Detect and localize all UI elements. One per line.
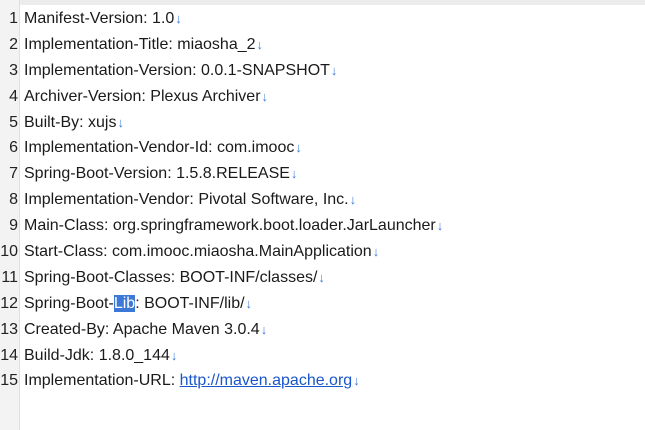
line-break-arrow-icon: ↓ — [256, 36, 264, 52]
line-text: Manifest-Version: 1.0 — [24, 10, 175, 27]
line-break-arrow-icon: ↓ — [245, 295, 253, 311]
line-break-arrow-icon: ↓ — [436, 218, 444, 234]
line-text: Implementation-Vendor-Id: com.imooc — [24, 139, 295, 157]
editor-top-edge — [0, 0, 645, 5]
line-text: Build-Jdk: 1.8.0_144 — [24, 346, 170, 364]
text-editor[interactable]: 1 Manifest-Version: 1.0↓ 2 Implementatio… — [0, 0, 645, 430]
line-break-arrow-icon: ↓ — [318, 269, 325, 285]
line-text: Implementation-URL: — [24, 372, 180, 390]
editor-line-9[interactable]: 9 Main-Class: org.springframework.boot.l… — [0, 213, 645, 239]
line-number: 10 — [0, 243, 18, 261]
line-number: 14 — [0, 346, 18, 364]
line-break-arrow-icon: ↓ — [295, 140, 302, 156]
line-break-arrow-icon: ↓ — [290, 166, 298, 182]
line-break-arrow-icon: ↓ — [349, 192, 357, 208]
line-number: 15 — [0, 372, 18, 390]
editor-line-7[interactable]: 7 Spring-Boot-Version: 1.5.8.RELEASE↓ — [0, 161, 645, 187]
editor-line-11[interactable]: 11 Spring-Boot-Classes: BOOT-INF/classes… — [0, 265, 645, 291]
line-break-arrow-icon: ↓ — [353, 373, 360, 389]
line-number: 4 — [9, 87, 18, 105]
line-break-arrow-icon: ↓ — [117, 114, 124, 130]
line-text: Start-Class: com.imooc.miaosha.MainAppli… — [24, 243, 372, 261]
editor-line-15[interactable]: 15 Implementation-URL: http://maven.apac… — [0, 368, 645, 394]
line-number: 2 — [9, 35, 18, 53]
line-break-arrow-icon: ↓ — [170, 347, 178, 363]
line-text: Implementation-Version: 0.0.1-SNAPSHOT — [24, 61, 330, 79]
editor-line-1[interactable]: 1 Manifest-Version: 1.0↓ — [0, 6, 645, 32]
editor-line-3[interactable]: 3 Implementation-Version: 0.0.1-SNAPSHOT… — [0, 58, 645, 84]
line-number: 7 — [9, 165, 18, 183]
line-number: 1 — [9, 10, 18, 27]
line-number: 11 — [1, 268, 18, 286]
line-text: Main-Class: org.springframework.boot.loa… — [24, 217, 436, 235]
editor-line-8[interactable]: 8 Implementation-Vendor: Pivotal Softwar… — [0, 187, 645, 213]
line-break-arrow-icon: ↓ — [261, 88, 269, 104]
line-break-arrow-icon: ↓ — [175, 11, 182, 26]
line-text: Spring-Boot-Classes: BOOT-INF/classes/ — [24, 268, 318, 286]
line-number: 9 — [9, 217, 18, 235]
editor-line-2[interactable]: 2 Implementation-Title: miaosha_2↓ — [0, 32, 645, 58]
line-break-arrow-icon: ↓ — [330, 62, 338, 78]
line-break-arrow-icon: ↓ — [372, 244, 380, 260]
editor-line-12[interactable]: 12 Spring-Boot-Lib: BOOT-INF/lib/↓ — [0, 291, 645, 317]
line-text: Created-By: Apache Maven 3.0.4 — [24, 320, 260, 338]
editor-line-13[interactable]: 13 Created-By: Apache Maven 3.0.4↓ — [0, 317, 645, 343]
line-break-arrow-icon: ↓ — [260, 321, 268, 337]
line-text: Implementation-Title: miaosha_2 — [24, 35, 256, 53]
text-selection[interactable]: Lib — [113, 294, 136, 312]
line-number: 5 — [9, 113, 18, 131]
url-link[interactable]: http://maven.apache.org — [180, 372, 353, 389]
editor-line-5[interactable]: 5 Built-By: xujs↓ — [0, 110, 645, 136]
line-number: 3 — [9, 61, 18, 79]
line-number: 6 — [9, 139, 18, 157]
line-text: Spring-Boot- — [24, 294, 114, 312]
line-text: Archiver-Version: Plexus Archiver — [24, 87, 261, 105]
line-number: 12 — [0, 294, 18, 312]
editor-line-10[interactable]: 10 Start-Class: com.imooc.miaosha.MainAp… — [0, 239, 645, 265]
editor-line-6[interactable]: 6 Implementation-Vendor-Id: com.imooc↓ — [0, 135, 645, 161]
line-number: 8 — [9, 191, 18, 209]
line-text: Implementation-Vendor: Pivotal Software,… — [24, 191, 349, 209]
editor-content[interactable]: 1 Manifest-Version: 1.0↓ 2 Implementatio… — [0, 6, 645, 394]
line-text: Spring-Boot-Version: 1.5.8.RELEASE — [24, 165, 290, 183]
line-text: : BOOT-INF/lib/ — [135, 294, 245, 312]
line-text: Built-By: xujs — [24, 113, 117, 131]
editor-line-4[interactable]: 4 Archiver-Version: Plexus Archiver↓ — [0, 84, 645, 110]
editor-line-14[interactable]: 14 Build-Jdk: 1.8.0_144↓ — [0, 343, 645, 369]
line-number: 13 — [0, 320, 18, 338]
